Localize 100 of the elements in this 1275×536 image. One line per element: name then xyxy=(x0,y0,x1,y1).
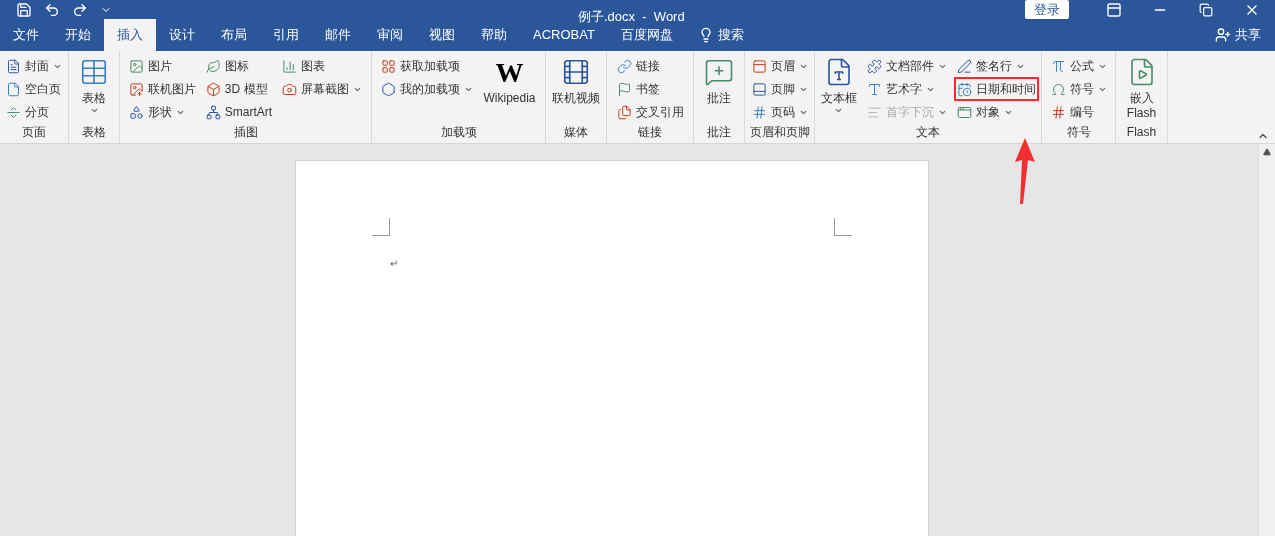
ribbon-icon xyxy=(282,81,298,97)
large-ribbon-button[interactable]: W Wikipedia xyxy=(481,55,538,123)
share-button[interactable]: 共享 xyxy=(1215,19,1261,51)
ribbon-icon xyxy=(616,81,632,97)
group-label: 链接 xyxy=(637,124,663,141)
ribbon-tab[interactable]: 邮件 xyxy=(312,19,364,51)
ribbon-icon xyxy=(381,81,397,97)
ribbon-icon xyxy=(866,81,882,97)
group-label: 插图 xyxy=(232,124,259,141)
ribbon-icon xyxy=(561,57,591,87)
ribbon-button[interactable]: 对象 xyxy=(954,101,1038,123)
caret-icon xyxy=(834,106,843,115)
ribbon-tab[interactable]: 帮助 xyxy=(468,19,520,51)
user-plus-icon xyxy=(1215,27,1231,43)
redo-icon[interactable] xyxy=(72,1,88,18)
caret-icon xyxy=(89,106,99,115)
ribbon-button[interactable]: 图片 xyxy=(126,55,198,77)
group-label: 文本 xyxy=(915,124,941,141)
undo-icon[interactable] xyxy=(44,1,60,18)
large-ribbon-button[interactable]: 嵌入 Flash xyxy=(1124,55,1159,123)
ribbon-icon xyxy=(616,104,632,120)
ribbon-icon xyxy=(6,81,21,97)
ribbon-button[interactable]: 页脚 xyxy=(749,78,810,100)
ribbon-tab[interactable]: 布局 xyxy=(208,19,260,51)
ribbon-icon xyxy=(1050,81,1066,97)
ribbon-icon xyxy=(128,58,144,74)
window-title: 例子.docx - Word xyxy=(578,8,685,26)
ribbon-icon xyxy=(1050,58,1066,74)
ribbon-button[interactable]: 形状 xyxy=(126,101,198,123)
ribbon-tab[interactable]: 文件 xyxy=(0,19,52,51)
large-ribbon-button[interactable]: 联机视频 xyxy=(550,55,602,123)
ribbon-icon xyxy=(704,57,734,87)
ribbon-button[interactable]: 公式 xyxy=(1048,55,1109,77)
ribbon-button[interactable]: 交叉引用 xyxy=(614,101,686,123)
ribbon-button[interactable]: 艺术字 xyxy=(864,78,949,100)
corner-mark xyxy=(834,218,852,236)
vertical-scrollbar[interactable] xyxy=(1258,144,1275,536)
ribbon-icon xyxy=(282,58,298,74)
ribbon-tab[interactable]: 审阅 xyxy=(364,19,416,51)
ribbon-icon xyxy=(128,81,144,97)
large-ribbon-button[interactable]: 表格 xyxy=(77,55,111,123)
ribbon-icon xyxy=(956,104,972,120)
ribbon-button[interactable]: 页码 xyxy=(749,101,810,123)
large-ribbon-button[interactable]: 文本框 xyxy=(818,55,859,123)
paragraph-mark: ↵ xyxy=(390,257,399,271)
ribbon-icon xyxy=(205,104,221,120)
ribbon-icon xyxy=(751,81,767,97)
ribbon-button[interactable]: 我的加载项 xyxy=(379,78,476,100)
ribbon-button[interactable]: 日期和时间 xyxy=(954,78,1038,100)
ribbon-icon xyxy=(616,58,632,74)
corner-mark xyxy=(372,218,390,236)
ribbon-icon xyxy=(6,104,21,120)
ribbon-button[interactable]: 链接 xyxy=(614,55,686,77)
ribbon-icon xyxy=(751,58,767,74)
ribbon-button[interactable]: 3D 模型 xyxy=(203,78,275,100)
annotation-arrow xyxy=(1013,138,1037,204)
ribbon-icon xyxy=(128,104,144,120)
ribbon-button[interactable]: 编号 xyxy=(1048,101,1109,123)
ribbon-icon xyxy=(956,58,972,74)
ribbon-icon xyxy=(866,58,882,74)
group-label: 媒体 xyxy=(563,124,589,141)
group-label: 加载项 xyxy=(439,124,478,141)
ribbon-button[interactable]: 签名行 xyxy=(954,55,1038,77)
ribbon-tab[interactable]: 开始 xyxy=(52,19,104,51)
ribbon-tab[interactable]: 设计 xyxy=(156,19,208,51)
ribbon-button[interactable]: 图标 xyxy=(203,55,275,77)
ribbon-button[interactable]: 页眉 xyxy=(749,55,810,77)
ribbon-icon xyxy=(79,57,109,87)
group-label: 页面 xyxy=(21,124,47,141)
ribbon-button[interactable]: 空白页 xyxy=(4,78,64,100)
ribbon-button[interactable]: 符号 xyxy=(1048,78,1109,100)
ribbon-icon xyxy=(866,104,882,120)
ribbon-button[interactable]: SmartArt xyxy=(203,101,275,123)
group-label: Flash xyxy=(1125,124,1158,141)
ribbon-button[interactable]: 封面 xyxy=(4,55,64,77)
scroll-up-icon[interactable] xyxy=(1263,148,1271,156)
ribbon-button[interactable]: 书签 xyxy=(614,78,686,100)
ribbon-icon xyxy=(205,58,221,74)
save-icon[interactable] xyxy=(16,1,32,18)
ribbon-icon xyxy=(1050,104,1066,120)
ribbon-icon xyxy=(381,58,397,74)
group-label: 符号 xyxy=(1065,124,1092,141)
search-button[interactable]: 搜索 xyxy=(685,19,756,51)
ribbon-tab[interactable]: 引用 xyxy=(260,19,312,51)
ribbon-button[interactable]: 分页 xyxy=(4,101,64,123)
ribbon-icon xyxy=(205,81,221,97)
ribbon-button[interactable]: 联机图片 xyxy=(126,78,198,100)
ribbon-button[interactable]: 获取加载项 xyxy=(379,55,476,77)
ribbon-icon xyxy=(956,81,972,97)
ribbon-icon xyxy=(751,104,767,120)
group-label: 页眉和页脚 xyxy=(748,124,811,141)
ribbon-button[interactable]: 屏幕截图 xyxy=(280,78,365,100)
ribbon-button[interactable]: 文档部件 xyxy=(864,55,949,77)
ribbon-tab[interactable]: 视图 xyxy=(416,19,468,51)
ribbon-button[interactable]: 图表 xyxy=(280,55,365,77)
ribbon-icon xyxy=(6,58,21,74)
ribbon-tab[interactable]: 插入 xyxy=(104,19,156,51)
large-ribbon-button[interactable]: 批注 xyxy=(702,55,736,123)
group-label: 表格 xyxy=(81,124,107,141)
sign-in-button[interactable]: 登录 xyxy=(1025,0,1069,19)
